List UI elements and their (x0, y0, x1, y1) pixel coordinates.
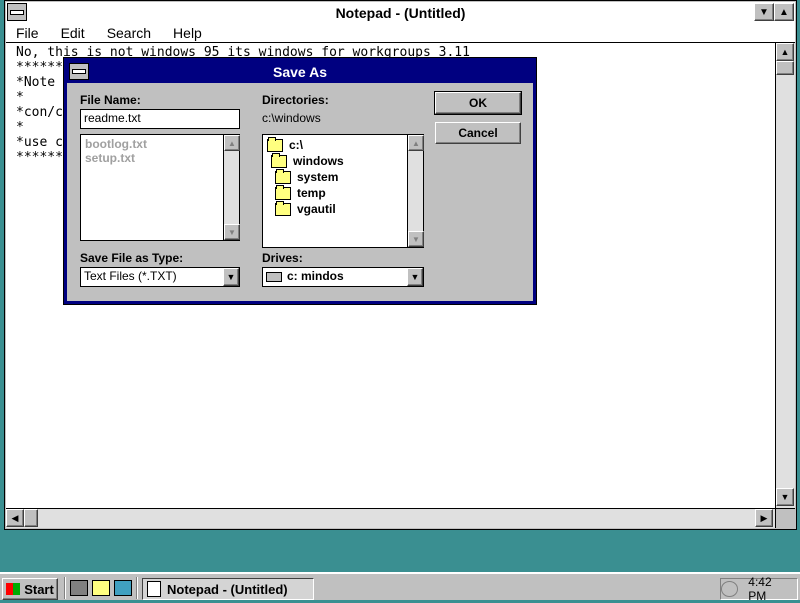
dir-item[interactable]: temp (267, 184, 419, 201)
system-tray: 4:42 PM (720, 575, 798, 603)
scroll-up-icon[interactable]: ▲ (408, 135, 424, 151)
file-list[interactable]: bootlog.txt setup.txt ▲ ▼ (80, 134, 240, 241)
notepad-title: Notepad - (Untitled) (335, 4, 466, 21)
windows-logo-icon (6, 583, 21, 595)
dropdown-arrow-icon[interactable]: ▼ (223, 268, 239, 286)
scroll-up-icon[interactable]: ▲ (776, 43, 794, 61)
save-as-dialog: Save As File Name: readme.txt bootlog.tx… (63, 57, 537, 305)
file-list-item[interactable]: setup.txt (85, 151, 235, 165)
dir-item[interactable]: windows (267, 152, 419, 169)
separator (64, 577, 66, 599)
directories-label: Directories: (262, 93, 329, 107)
folder-icon (275, 168, 291, 184)
hard-drive-icon (266, 271, 282, 282)
quick-launch-icon-3[interactable] (114, 580, 132, 596)
file-list-item[interactable]: bootlog.txt (85, 137, 235, 151)
menu-bar: File Edit Search Help (6, 23, 795, 43)
ok-button[interactable]: OK (434, 91, 522, 115)
notepad-icon (147, 581, 161, 597)
vertical-scroll-thumb[interactable] (776, 61, 794, 75)
scroll-corner (775, 508, 795, 528)
tray-icon[interactable] (721, 581, 739, 597)
horizontal-scroll-thumb[interactable] (24, 509, 38, 527)
save-type-value: Text Files (*.TXT) (84, 269, 177, 283)
dialog-system-menu-icon[interactable] (69, 63, 89, 80)
clock[interactable]: 4:42 PM (748, 575, 791, 603)
menu-search[interactable]: Search (107, 25, 151, 41)
menu-file[interactable]: File (16, 25, 39, 41)
dir-item[interactable]: system (267, 168, 419, 185)
file-name-input[interactable]: readme.txt (80, 109, 240, 129)
directory-list[interactable]: c:\ windows system temp vgautil ▲ ▼ (262, 134, 424, 248)
dir-item[interactable]: c:\ (267, 136, 419, 153)
drives-select[interactable]: c: mindos ▼ (262, 267, 424, 287)
dialog-title-bar[interactable]: Save As (67, 61, 533, 83)
file-name-label: File Name: (80, 93, 141, 107)
scroll-right-icon[interactable]: ▶ (755, 509, 773, 527)
minimize-icon[interactable]: ▼ (754, 3, 774, 21)
dropdown-arrow-icon[interactable]: ▼ (407, 268, 423, 286)
taskbar-notepad-button[interactable]: Notepad - (Untitled) (142, 578, 314, 600)
folder-icon (275, 200, 291, 216)
folder-icon (275, 184, 291, 200)
open-folder-icon (271, 152, 287, 168)
menu-help[interactable]: Help (173, 25, 202, 41)
open-folder-icon (267, 136, 283, 152)
taskbar: Start Notepad - (Untitled) 4:42 PM (0, 572, 800, 603)
save-type-label: Save File as Type: (80, 251, 184, 265)
start-button[interactable]: Start (2, 578, 58, 600)
maximize-icon[interactable]: ▲ (774, 3, 794, 21)
dialog-title: Save As (273, 64, 327, 80)
drives-label: Drives: (262, 251, 303, 265)
horizontal-scrollbar[interactable]: ◀ ▶ (6, 508, 775, 528)
separator (136, 577, 138, 599)
scroll-up-icon[interactable]: ▲ (224, 135, 240, 151)
current-directory: c:\windows (262, 111, 321, 125)
directory-list-scrollbar[interactable]: ▲ ▼ (407, 135, 424, 247)
file-list-scrollbar[interactable]: ▲ ▼ (223, 135, 240, 240)
dir-item[interactable]: vgautil (267, 200, 419, 217)
notepad-title-bar[interactable]: Notepad - (Untitled) (6, 2, 795, 24)
scroll-down-icon[interactable]: ▼ (776, 488, 794, 506)
quick-launch-icon-2[interactable] (92, 580, 110, 596)
system-menu-icon[interactable] (7, 3, 27, 21)
save-type-select[interactable]: Text Files (*.TXT) ▼ (80, 267, 240, 287)
scroll-left-icon[interactable]: ◀ (6, 509, 24, 527)
start-label: Start (24, 581, 54, 597)
quick-launch-icon-1[interactable] (70, 580, 88, 596)
cancel-button[interactable]: Cancel (435, 122, 521, 144)
menu-edit[interactable]: Edit (61, 25, 85, 41)
scroll-down-icon[interactable]: ▼ (408, 231, 424, 247)
scroll-down-icon[interactable]: ▼ (224, 224, 240, 240)
drive-value: c: mindos (287, 269, 344, 283)
vertical-scrollbar[interactable]: ▲ ▼ (775, 43, 795, 508)
taskbar-notepad-label: Notepad - (Untitled) (167, 581, 288, 597)
